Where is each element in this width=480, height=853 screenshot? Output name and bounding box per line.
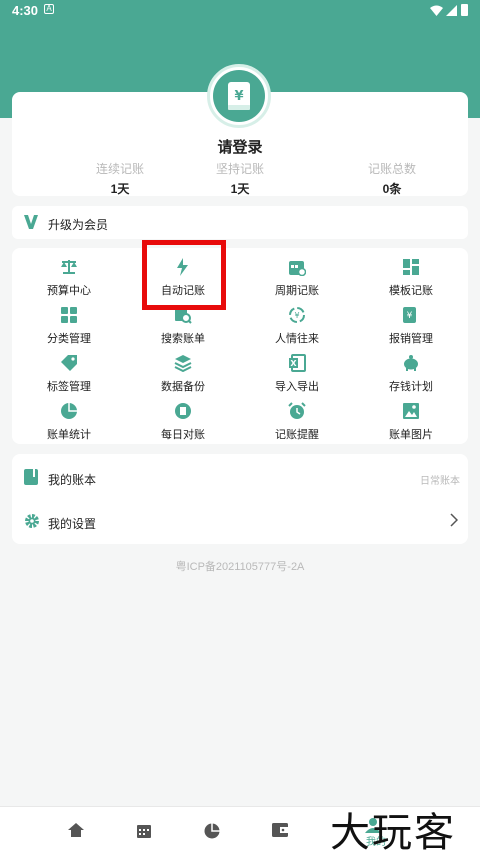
alarm-icon [288,402,306,419]
feature-label: 报销管理 [389,333,433,345]
grid-icon [61,307,77,323]
my-settings-row[interactable]: 我的设置 [12,500,468,544]
login-prompt[interactable]: 请登录 [0,136,480,157]
svg-text:¥: ¥ [294,311,299,320]
wallet-icon [272,823,288,837]
book-icon [24,469,38,485]
feature-label: 搜索账单 [161,333,205,345]
calendar-cycle-icon [289,261,306,276]
stat-value: 1天 [230,182,250,196]
stat-label: 记账总数 [367,162,416,176]
stats-icon [204,823,220,839]
feature-label: 数据备份 [161,381,205,393]
feature-template-bookkeeping[interactable]: 模板记账 [354,252,468,300]
feature-reimbursement[interactable]: ¥ 报销管理 [354,300,468,348]
feature-periodic-bookkeeping[interactable]: 周期记账 [240,252,354,300]
template-icon [403,259,419,275]
gift-exchange-icon: ¥ [289,307,305,323]
watermark: 大玩客 [330,810,456,853]
feature-label: 标签管理 [47,381,91,393]
layers-icon [174,355,192,372]
notification-badge: A [44,4,54,14]
feature-label: 账单统计 [47,429,91,441]
feature-label: 分类管理 [47,333,91,345]
svg-text:¥: ¥ [407,311,413,321]
feature-savings-plan[interactable]: 存钱计划 [354,348,468,396]
upgrade-vip-row[interactable]: 升级为会员 [12,206,468,239]
feature-budget-center[interactable]: 预算中心 [12,252,126,300]
svg-text:¥: ¥ [234,89,243,104]
daily-check-icon [175,403,191,419]
home-icon [68,823,84,837]
feature-bookkeeping-reminder[interactable]: 记账提醒 [240,396,354,444]
tab-wallet[interactable] [247,807,315,853]
feature-label: 人情往来 [275,333,319,345]
tab-calendar[interactable] [111,807,179,853]
vip-icon [24,215,38,229]
feature-tag-management[interactable]: 标签管理 [12,348,126,396]
signal-icon [446,5,457,16]
pie-chart-icon [61,403,77,419]
feature-label: 账单图片 [389,429,433,441]
feature-data-backup[interactable]: 数据备份 [126,348,240,396]
feature-label: 周期记账 [275,285,319,297]
feature-label: 记账提醒 [275,429,319,441]
stat-persist: 坚持记账 1天 [160,160,320,197]
battery-icon [461,4,468,16]
excel-icon: X [289,354,306,372]
feature-label: 预算中心 [47,285,91,297]
wifi-icon [430,5,443,16]
my-ledger-row[interactable]: 我的账本 日常账本 [12,456,468,500]
icp-record[interactable]: 粤ICP备2021105777号-2A [0,558,480,574]
stat-value: 0条 [382,182,402,196]
feature-import-export[interactable]: X 导入导出 [240,348,354,396]
chevron-right-icon [450,513,458,527]
vip-label: 升级为会员 [48,218,109,232]
feature-bill-statistics[interactable]: 账单统计 [12,396,126,444]
tab-home[interactable] [43,807,111,853]
feature-daily-reconciliation[interactable]: 每日对账 [126,396,240,444]
feature-label: 每日对账 [161,429,205,441]
ledger-book-icon: ¥ [213,70,265,122]
gear-icon [25,514,39,528]
status-bar: 4:30 A [0,0,480,22]
highlight-box [142,240,226,310]
feature-category-management[interactable]: 分类管理 [12,300,126,348]
tag-icon [61,355,77,371]
feature-grid: 预算中心 自动记账 周期记账 模板记账 分类管理 搜索账单 ¥ 人情往来 ¥ 报… [12,248,468,444]
stat-total: 记账总数 0条 [312,160,472,197]
reimburse-icon: ¥ [403,307,416,323]
settings-list: 我的账本 日常账本 我的设置 [12,454,468,544]
feature-bill-images[interactable]: 账单图片 [354,396,468,444]
my-ledger-label: 我的账本 [48,473,97,487]
image-icon [403,403,419,419]
scale-icon [61,260,77,274]
stat-label: 坚持记账 [215,162,264,176]
current-ledger-name: 日常账本 [420,476,460,487]
feature-label: 存钱计划 [389,381,433,393]
calendar-icon [137,825,151,838]
my-settings-label: 我的设置 [48,517,97,531]
status-time: 4:30 [12,3,39,18]
feature-social-exchange[interactable]: ¥ 人情往来 [240,300,354,348]
feature-label: 导入导出 [275,381,319,393]
piggy-bank-icon [404,355,418,371]
tab-statistics[interactable] [179,807,247,853]
feature-label: 模板记账 [389,285,433,297]
svg-text:X: X [290,359,297,368]
avatar[interactable]: ¥ [207,64,271,128]
